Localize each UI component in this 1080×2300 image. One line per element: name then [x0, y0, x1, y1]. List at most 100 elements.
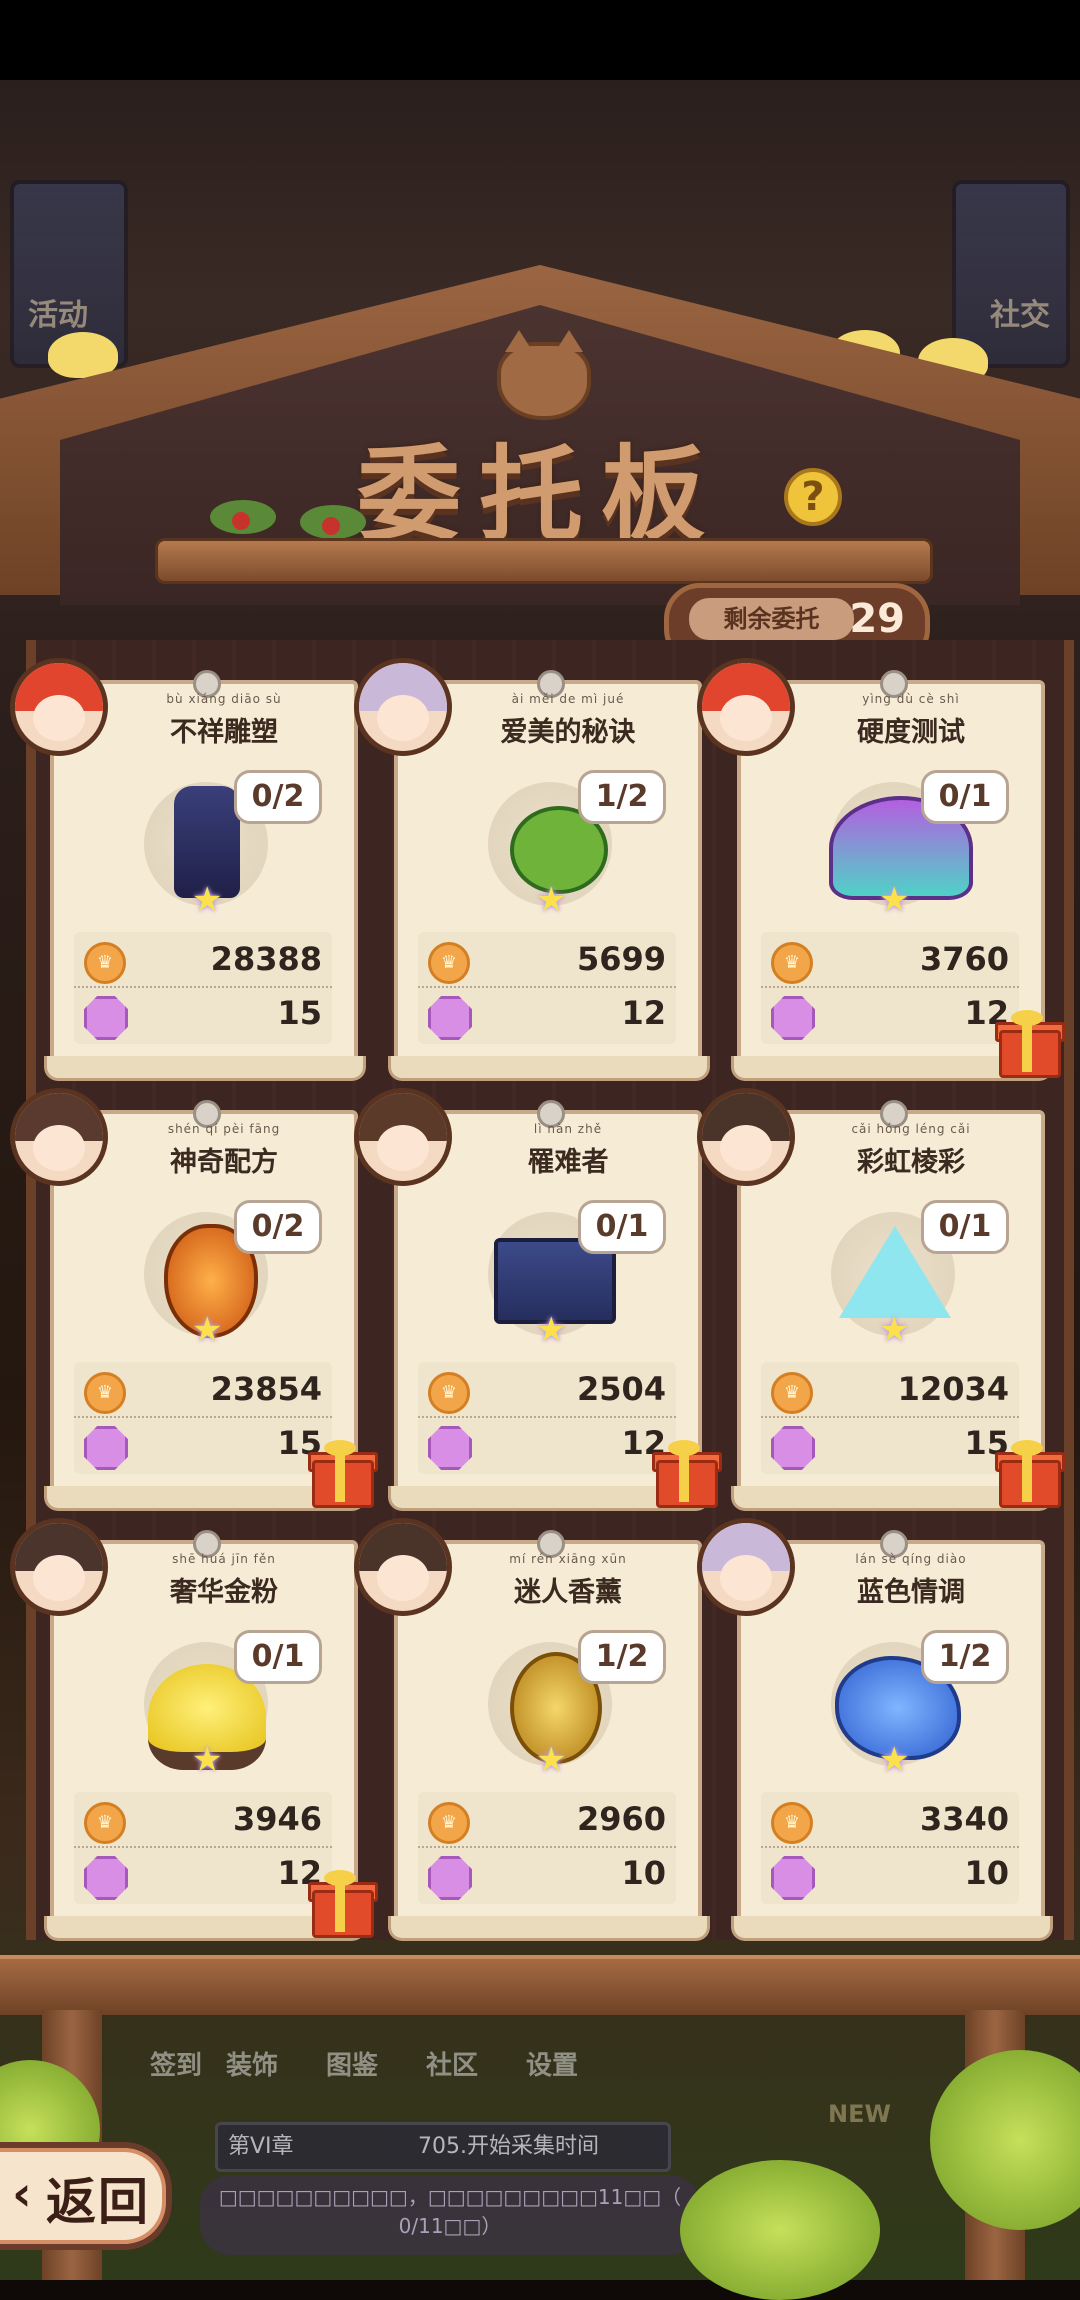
coin-icon: ♛ [771, 1802, 813, 1844]
rarity-star-icon: ★ [536, 1310, 567, 1350]
gift-icon[interactable] [308, 1440, 378, 1508]
bg-nav-catalog: 图鉴 [326, 2051, 379, 2081]
board-bottom-beam [0, 1955, 1080, 2015]
gem-icon [84, 1856, 128, 1900]
gem-icon [84, 1426, 128, 1470]
character-avatar [10, 658, 108, 756]
gold-reward-row: ♛ 5699 [418, 936, 676, 988]
help-icon[interactable]: ? [784, 468, 842, 526]
coin-icon: ♛ [771, 942, 813, 984]
gift-bow [1011, 1440, 1043, 1456]
gift-icon[interactable] [308, 1870, 378, 1938]
gem-reward-row: 10 [418, 1850, 676, 1900]
character-avatar [697, 1088, 795, 1186]
gift-bow [668, 1440, 700, 1456]
status-bar [0, 0, 1080, 80]
card-title: 不祥雕塑 [170, 717, 278, 748]
commission-card[interactable]: yìng dù cè shì 硬度测试 ★ 0/1 ♛ 3760 12 [697, 658, 1053, 1081]
avatar-face [720, 1555, 772, 1601]
gold-reward-value: 12034 [897, 1370, 1009, 1408]
gem-icon [771, 996, 815, 1040]
foliage [680, 2160, 880, 2300]
gem-reward-row: 10 [761, 1850, 1019, 1900]
card-title: 蓝色情调 [857, 1577, 965, 1608]
chapter-desc-line2: 0/11□□） [398, 2214, 502, 2238]
gift-icon[interactable] [652, 1440, 722, 1508]
reward-box: ♛ 28388 15 [74, 932, 332, 1044]
progress-bubble: 0/1 [234, 1630, 322, 1684]
progress-bubble: 0/2 [234, 770, 322, 824]
card-title: 罹难者 [527, 1147, 609, 1178]
gift-bow [324, 1870, 356, 1886]
bird-decoration [48, 332, 118, 378]
gold-reward-row: ♛ 2960 [418, 1796, 676, 1848]
commission-card[interactable]: lì nàn zhě 罹难者 ★ 0/1 ♛ 2504 12 [354, 1088, 710, 1511]
commission-card[interactable]: lán sè qíng diào 蓝色情调 ★ 1/2 ♛ 3340 10 [697, 1518, 1053, 1941]
card-title-pinyin: lì nàn zhě [533, 1122, 603, 1136]
gold-reward-row: ♛ 28388 [74, 936, 332, 988]
gold-reward-row: ♛ 3946 [74, 1796, 332, 1848]
commission-card[interactable]: shén qí pèi fāng 神奇配方 ★ 0/2 ♛ 23854 15 [10, 1088, 366, 1511]
avatar-face [720, 1125, 772, 1171]
rarity-star-icon: ★ [192, 1310, 223, 1350]
rarity-star-icon: ★ [192, 1740, 223, 1780]
gem-reward-value: 12 [621, 994, 666, 1032]
card-title-pinyin: shē huá jīn fěn [172, 1552, 276, 1566]
berry-decoration [300, 505, 366, 539]
avatar-face [720, 695, 772, 741]
commission-card[interactable]: shē huá jīn fěn 奢华金粉 ★ 0/1 ♛ 3946 12 [10, 1518, 366, 1941]
card-scroll-edge [388, 1916, 710, 1941]
coin-icon: ♛ [771, 1372, 813, 1414]
back-button-label: 返回 [46, 2173, 150, 2231]
avatar-face [377, 695, 429, 741]
commission-card[interactable]: ài měi de mì jué 爱美的秘诀 ★ 1/2 ♛ 5699 12 [354, 658, 710, 1081]
reward-box: ♛ 12034 15 [761, 1362, 1019, 1474]
bg-nav-community: 社区 [426, 2051, 479, 2081]
card-title-pinyin: yìng dù cè shì [862, 692, 960, 706]
back-button[interactable]: ‹ 返回 [0, 2142, 172, 2250]
gold-reward-value: 3946 [232, 1800, 322, 1838]
coin-icon: ♛ [84, 1372, 126, 1414]
gold-reward-row: ♛ 2504 [418, 1366, 676, 1418]
card-title: 神奇配方 [170, 1147, 278, 1178]
coin-icon: ♛ [84, 942, 126, 984]
gold-reward-value: 3340 [919, 1800, 1009, 1838]
card-title: 奢华金粉 [170, 1577, 278, 1608]
progress-bubble: 0/1 [921, 770, 1009, 824]
coin-icon: ♛ [428, 1372, 470, 1414]
commission-card[interactable]: mí rén xiāng xūn 迷人香薰 ★ 1/2 ♛ 2960 10 [354, 1518, 710, 1941]
card-scroll-edge [44, 1056, 366, 1081]
bg-nav-signin: 签到 [150, 2051, 203, 2081]
card-title-pinyin: lán sè qíng diào [855, 1552, 967, 1566]
commission-card[interactable]: cǎi hóng léng cǎi 彩虹棱彩 ★ 0/1 ♛ 12034 15 [697, 1088, 1053, 1511]
coin-icon: ♛ [84, 1802, 126, 1844]
gold-reward-row: ♛ 12034 [761, 1366, 1019, 1418]
character-avatar [354, 1518, 452, 1616]
card-title-pinyin: ài měi de mì jué [511, 692, 625, 706]
gem-reward-row: 15 [74, 990, 332, 1040]
gold-reward-value: 28388 [210, 940, 322, 978]
rarity-star-icon: ★ [536, 880, 567, 920]
rarity-star-icon: ★ [879, 1740, 910, 1780]
commission-card[interactable]: bù xiáng diāo sù 不祥雕塑 ★ 0/2 ♛ 28388 15 [10, 658, 366, 1081]
reward-box: ♛ 5699 12 [418, 932, 676, 1044]
progress-bubble: 0/1 [578, 1200, 666, 1254]
gem-reward-value: 10 [621, 1854, 666, 1892]
gift-ribbon [335, 1452, 345, 1502]
gem-reward-row: 12 [418, 1420, 676, 1470]
gift-icon[interactable] [995, 1440, 1065, 1508]
reward-box: ♛ 2504 12 [418, 1362, 676, 1474]
card-title: 彩虹棱彩 [857, 1147, 965, 1178]
gem-icon [428, 1856, 472, 1900]
new-tag: NEW [828, 2100, 891, 2128]
reward-box: ♛ 3946 12 [74, 1792, 332, 1904]
gem-reward-row: 12 [74, 1850, 332, 1900]
character-avatar [10, 1518, 108, 1616]
character-avatar [10, 1088, 108, 1186]
gold-reward-value: 5699 [576, 940, 666, 978]
berry-decoration [210, 500, 276, 534]
card-title: 迷人香薰 [514, 1577, 622, 1608]
gift-icon[interactable] [995, 1010, 1065, 1078]
gem-icon [428, 996, 472, 1040]
progress-bubble: 1/2 [578, 770, 666, 824]
